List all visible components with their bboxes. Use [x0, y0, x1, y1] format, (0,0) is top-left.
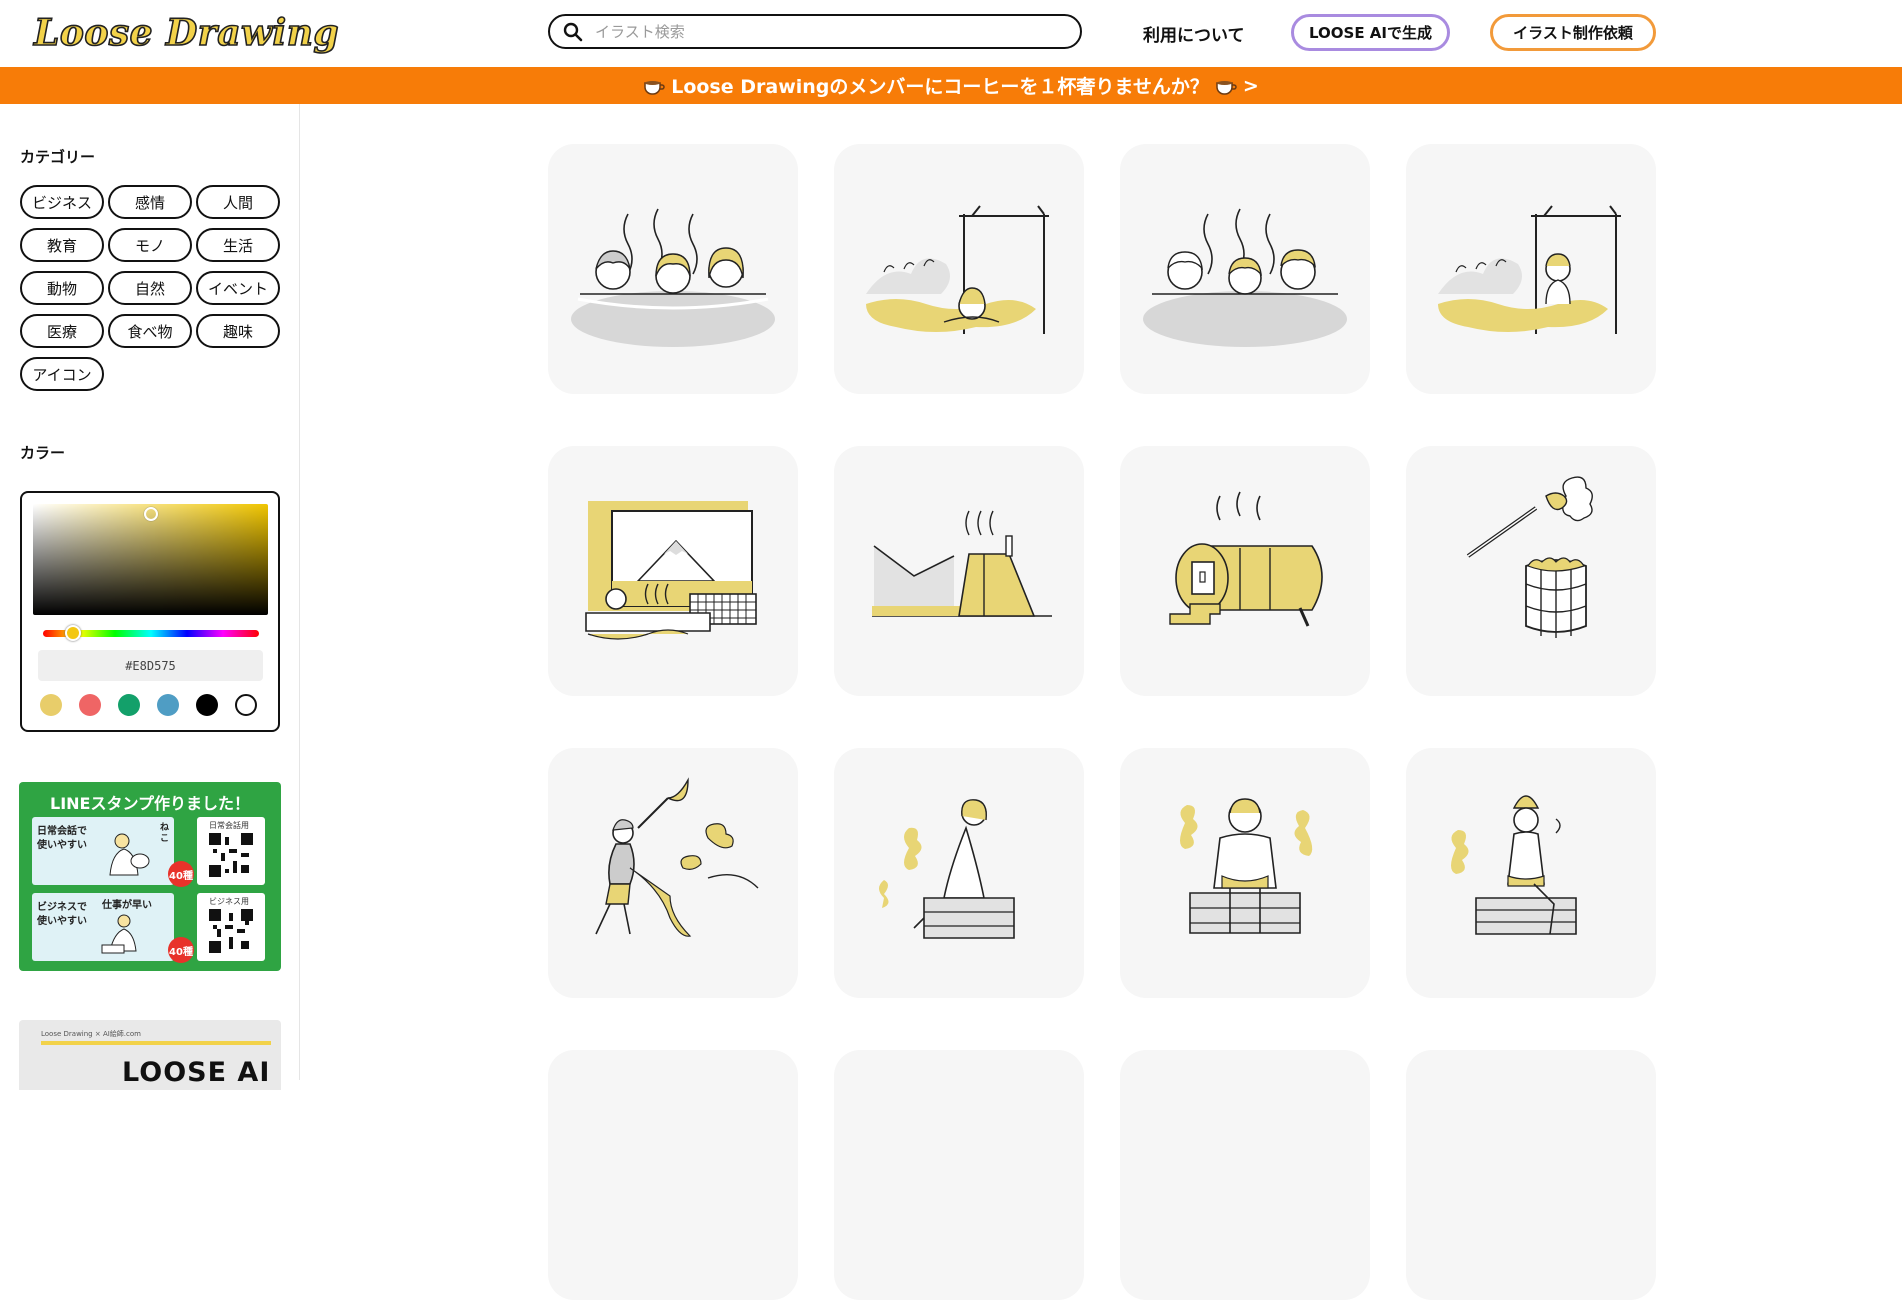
swatch-white[interactable] [235, 694, 257, 716]
illustration-tile[interactable] [1406, 144, 1656, 394]
search-icon [563, 22, 583, 41]
whisking-person-illustration [595, 777, 759, 937]
illustration-grid-next-row [548, 1050, 1656, 1300]
search-bar[interactable] [548, 14, 1082, 49]
onsen-men-illustration [1143, 208, 1347, 347]
qr-daily-label: 日常会話用 [209, 821, 249, 830]
coffee-cup-icon [644, 80, 665, 95]
sauna-stones-ladle-illustration [1466, 476, 1593, 638]
woman-sauna-illustration [879, 799, 1015, 939]
category-medical[interactable]: 医療 [20, 314, 104, 348]
promo-divider [41, 1041, 271, 1045]
coffee-banner[interactable]: Loose Drawingのメンバーにコーヒーを１杯奢りませんか？ > [0, 67, 1902, 104]
line-badge-daily: 40種 [168, 861, 194, 887]
line-promo-title: LINEスタンプ作りました！ [50, 794, 250, 813]
category-hobby[interactable]: 趣味 [196, 314, 280, 348]
site-logo[interactable]: Loose Drawing [33, 10, 339, 56]
banner-text: Loose Drawingのメンバーにコーヒーを１杯奢りませんか？ [671, 76, 1209, 98]
hue-slider[interactable] [43, 625, 259, 641]
swatch-green[interactable] [118, 694, 140, 716]
category-emotion[interactable]: 感情 [108, 185, 192, 219]
man-sauna-illustration [1180, 798, 1313, 934]
saturation-value-area[interactable] [33, 504, 268, 615]
category-list: ビジネス 感情 人間 教育 モノ 生活 動物 自然 イベント 医療 食べ物 趣味… [20, 185, 284, 391]
header: Loose Drawing 利用について LOOSE AIで生成 イラスト制作依… [0, 0, 1902, 67]
category-animals[interactable]: 動物 [20, 271, 104, 305]
color-heading: カラー [20, 444, 66, 462]
category-people[interactable]: 人間 [196, 185, 280, 219]
illustration-tile[interactable] [1120, 1050, 1370, 1300]
category-life[interactable]: 生活 [196, 228, 280, 262]
qr-business-label: ビジネス用 [209, 897, 249, 906]
category-heading: カテゴリー [20, 148, 96, 166]
loose-ai-button[interactable]: LOOSE AIで生成 [1291, 14, 1450, 51]
illustration-tile[interactable] [1406, 1050, 1656, 1300]
category-events[interactable]: イベント [196, 271, 280, 305]
barrel-sauna-illustration [1169, 491, 1323, 627]
swatch-red[interactable] [79, 694, 101, 716]
saturation-value-handle[interactable] [143, 506, 158, 521]
illustration-tile[interactable] [834, 748, 1084, 998]
illustration-tile[interactable] [834, 446, 1084, 696]
loose-ai-promo-small: Loose Drawing × AI絵師.com [41, 1030, 141, 1038]
illustration-tile[interactable] [1120, 446, 1370, 696]
outdoor-bath-man-illustration [1438, 205, 1621, 334]
sauna-building-illustration [872, 510, 1052, 617]
category-education[interactable]: 教育 [20, 228, 104, 262]
color-picker: #E8D575 [20, 491, 280, 732]
coffee-cup-icon [1216, 80, 1237, 95]
qr-code-icon [209, 833, 253, 877]
category-nature[interactable]: 自然 [108, 271, 192, 305]
swatch-yellow[interactable] [40, 694, 62, 716]
illustration-tile[interactable] [834, 1050, 1084, 1300]
illustration-tile[interactable] [834, 144, 1084, 394]
swatch-black[interactable] [196, 694, 218, 716]
search-input[interactable] [593, 21, 1037, 42]
line-card-business-text: ビジネスで使いやすい [37, 902, 87, 927]
qr-business[interactable]: ビジネス用 [197, 893, 265, 961]
outdoor-bath-woman-illustration [866, 205, 1049, 334]
line-card-business-side: 仕事が早い [102, 900, 152, 911]
illustration-tile[interactable] [1120, 748, 1370, 998]
line-card-daily-text: 日常会話で使いやすい [37, 826, 87, 851]
onsen-women-illustration [571, 208, 775, 347]
category-food[interactable]: 食べ物 [108, 314, 192, 348]
line-card-daily-side: ねこ [160, 823, 170, 844]
illustration-tile[interactable] [548, 446, 798, 696]
hue-slider-handle[interactable] [65, 625, 82, 641]
category-objects[interactable]: モノ [108, 228, 192, 262]
line-card-daily: 日常会話で使いやすい ねこ 40種 [32, 817, 194, 887]
banner-arrow: > [1242, 74, 1259, 97]
line-card-business: ビジネスで使いやすい 仕事が早い 40種 [32, 893, 194, 963]
cat-sticker-icon [109, 833, 150, 876]
category-icons[interactable]: アイコン [20, 357, 104, 391]
illustration-tile[interactable] [548, 1050, 798, 1300]
swatch-blue[interactable] [157, 694, 179, 716]
bathhouse-fuji-illustration [585, 501, 757, 640]
loose-ai-promo-title: LOOSE AI [122, 1057, 271, 1088]
illustration-tile[interactable] [1120, 144, 1370, 394]
qr-daily[interactable]: 日常会話用 [197, 817, 265, 885]
hex-input[interactable]: #E8D575 [38, 650, 263, 681]
about-link[interactable]: 利用について [1143, 21, 1245, 46]
qr-code-icon [209, 909, 253, 953]
category-business[interactable]: ビジネス [20, 185, 104, 219]
illustration-tile[interactable] [548, 144, 798, 394]
illustration-grid [548, 144, 1656, 998]
color-swatches [40, 694, 257, 716]
sauna-hat-person-illustration [1451, 795, 1577, 935]
illustration-request-button[interactable]: イラスト制作依頼 [1490, 14, 1656, 51]
business-sticker-icon [101, 914, 137, 954]
illustration-tile[interactable] [1406, 446, 1656, 696]
illustration-tile[interactable] [548, 748, 798, 998]
line-stamp-promo[interactable]: LINEスタンプ作りました！ 日常会話で使いやすい ねこ 40種 日常会話用 ビ… [19, 782, 281, 971]
line-badge-business: 40種 [168, 937, 194, 963]
illustration-tile[interactable] [1406, 748, 1656, 998]
